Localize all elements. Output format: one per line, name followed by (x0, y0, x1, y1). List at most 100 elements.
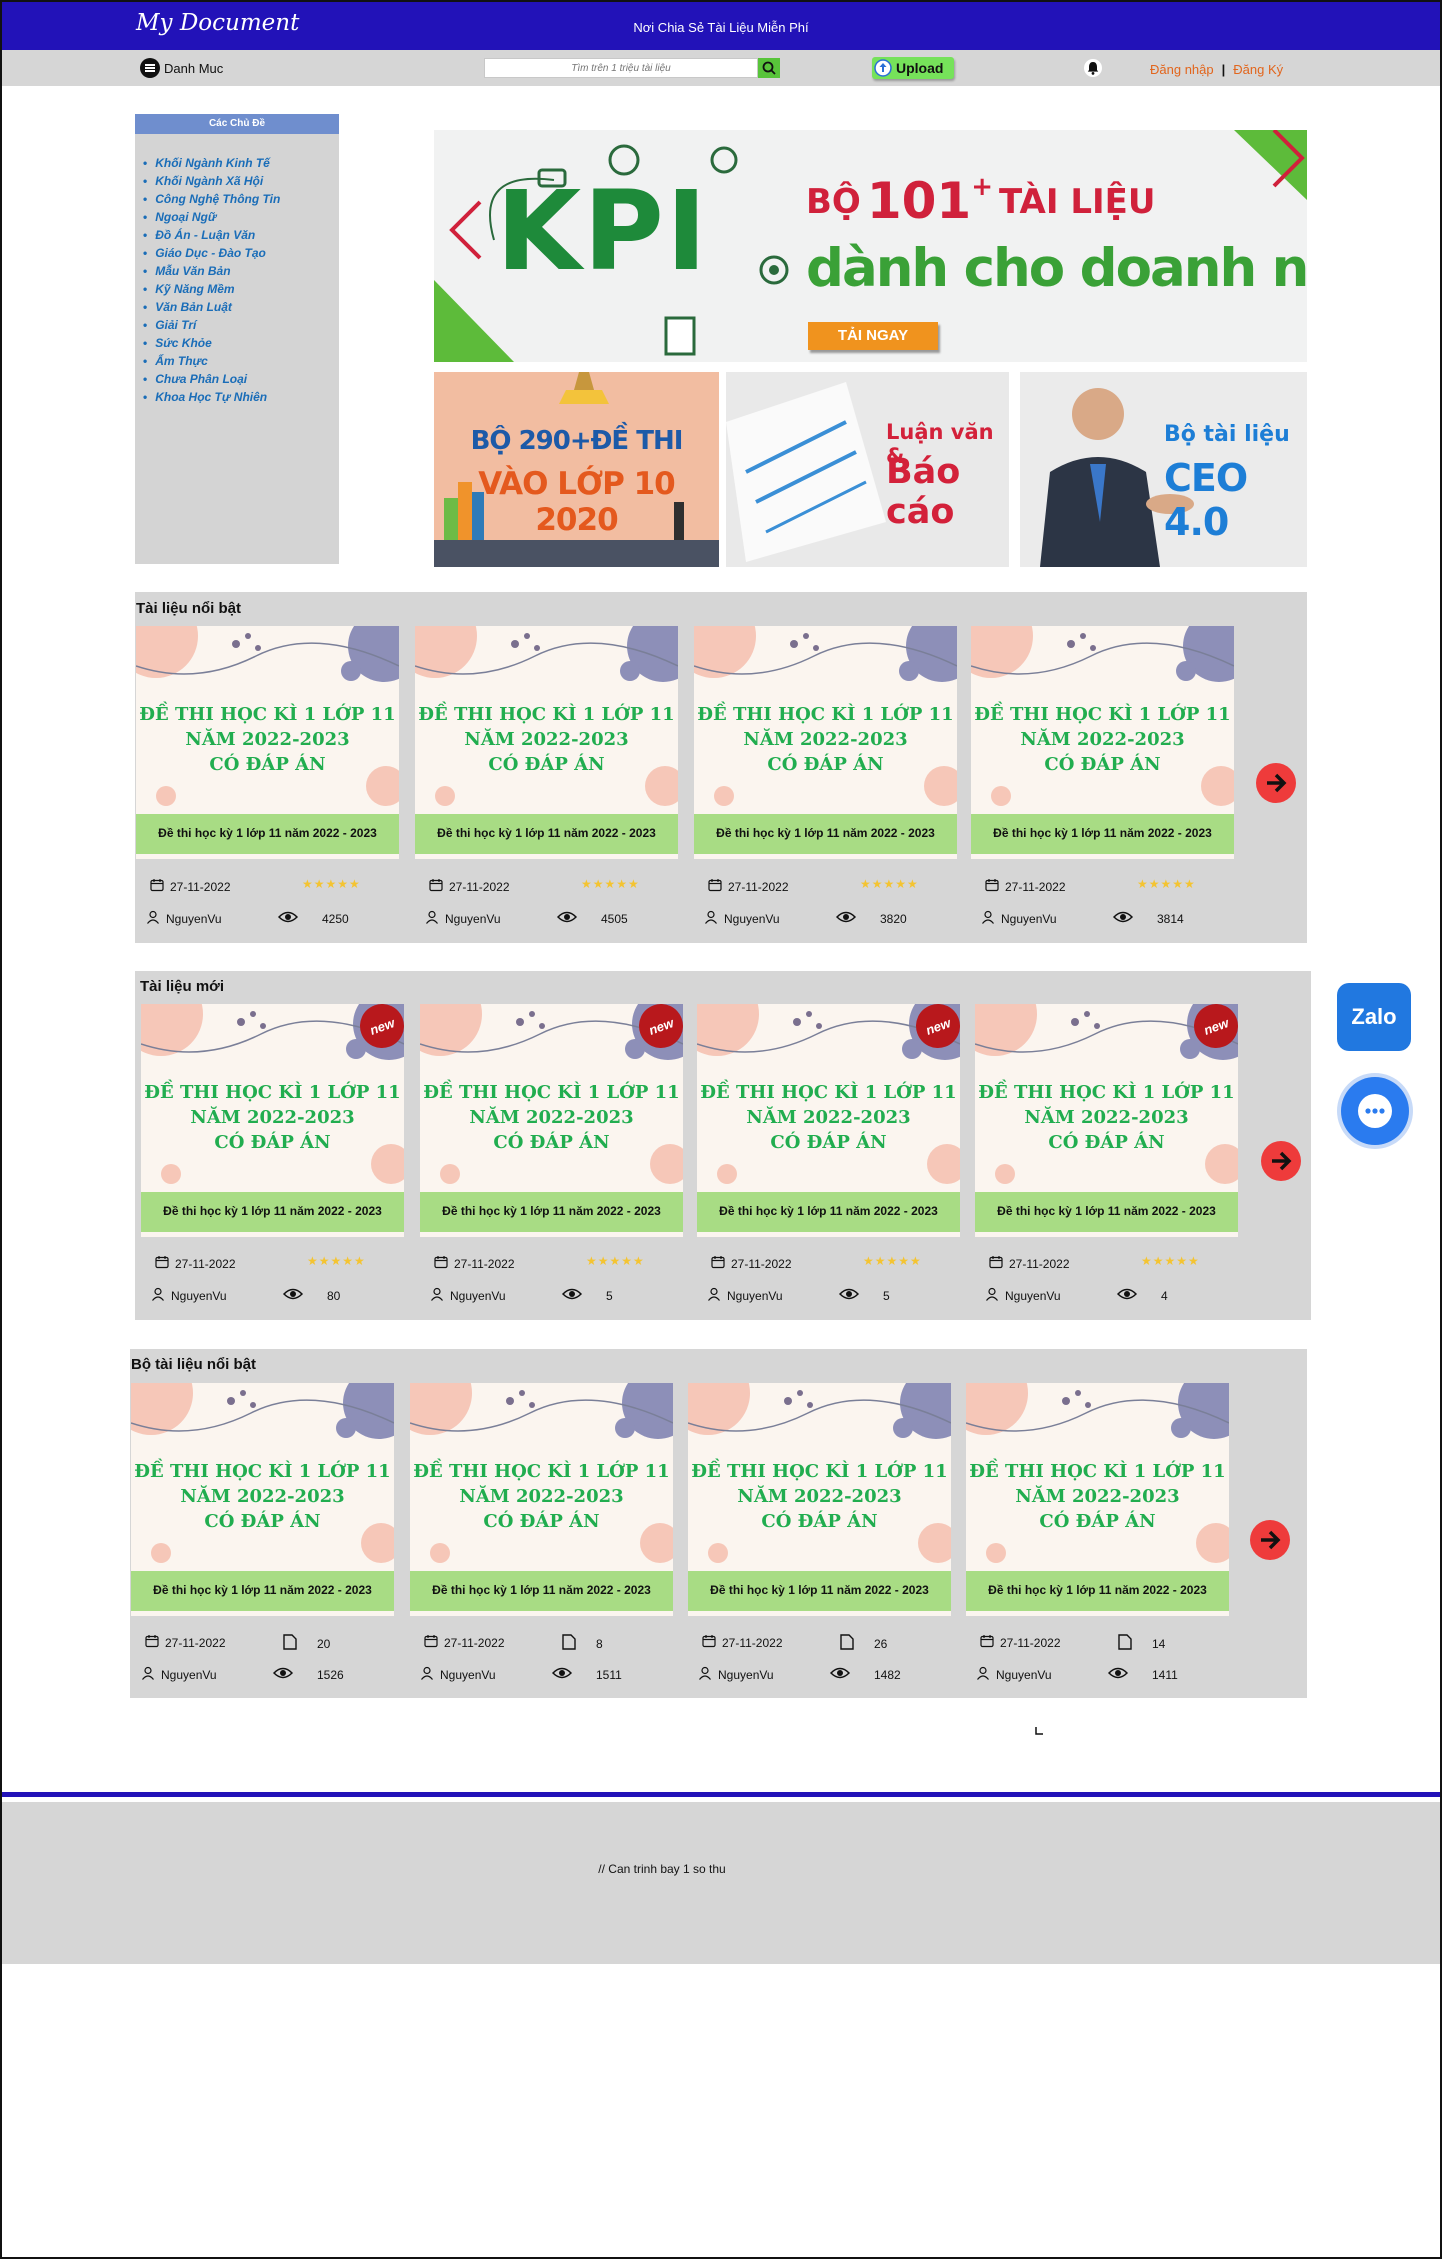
author-meta[interactable]: NguyenVu (425, 910, 501, 927)
category-item[interactable]: Kỹ Năng Mềm (143, 280, 339, 298)
thumbnail-title-line: NĂM 2022-2023 (1024, 1107, 1189, 1128)
user-icon (985, 1287, 999, 1304)
thumbnail-title-line: NĂM 2022-2023 (469, 1107, 634, 1128)
collections-card[interactable]: ĐỀ THI HỌC KÌ 1 LỚP 11 NĂM 2022-2023 CÓ ĐÁ… (131, 1383, 394, 1616)
document-thumbnail[interactable]: ĐỀ THI HỌC KÌ 1 LỚP 11 NĂM 2022-2023 CÓ ĐÁ… (966, 1383, 1229, 1616)
banner-entrance-exam-line1: BỘ 290+ĐỀ THI (470, 426, 684, 456)
category-item[interactable]: Khối Ngành Xã Hội (143, 172, 339, 190)
category-item[interactable]: Giáo Dục - Đào Tạo (143, 244, 339, 262)
user-icon (146, 910, 160, 927)
category-item[interactable]: Sức Khỏe (143, 334, 339, 352)
category-item[interactable]: Văn Bản Luật (143, 298, 339, 316)
arrow-right-icon (1272, 1151, 1292, 1171)
author-meta[interactable]: NguyenVu (976, 1666, 1052, 1683)
author-name: NguyenVu (445, 911, 501, 926)
document-thumbnail[interactable]: ĐỀ THI HỌC KÌ 1 LỚP 11 NĂM 2022-2023 CÓ ĐÁ… (136, 626, 399, 859)
user-icon (707, 1287, 721, 1304)
calendar-icon (711, 1255, 725, 1272)
document-thumbnail[interactable]: ĐỀ THI HỌC KÌ 1 LỚP 11 NĂM 2022-2023 CÓ ĐÁ… (410, 1383, 673, 1616)
author-meta[interactable]: NguyenVu (430, 1287, 506, 1304)
newest-card[interactable]: ĐỀ THI HỌC KÌ 1 LỚP 11 NĂM 2022-2023 CÓ ĐÁ… (141, 1004, 404, 1237)
category-item[interactable]: Khối Ngành Kinh Tế (143, 154, 339, 172)
thumbnail-title: ĐỀ THI HỌC KÌ 1 LỚP 11 NĂM 2022-2023 CÓ ĐÁ… (420, 1080, 683, 1155)
document-icon (283, 1634, 297, 1653)
featured-card[interactable]: ĐỀ THI HỌC KÌ 1 LỚP 11 NĂM 2022-2023 CÓ ĐÁ… (136, 626, 399, 859)
featured-next-button[interactable] (1256, 763, 1296, 803)
thumbnail-title: ĐỀ THI HỌC KÌ 1 LỚP 11 NĂM 2022-2023 CÓ ĐÁ… (410, 1459, 673, 1534)
upload-icon (874, 59, 892, 77)
featured-card[interactable]: ĐỀ THI HỌC KÌ 1 LỚP 11 NĂM 2022-2023 CÓ ĐÁ… (971, 626, 1234, 859)
collections-card[interactable]: ĐỀ THI HỌC KÌ 1 LỚP 11 NĂM 2022-2023 CÓ ĐÁ… (410, 1383, 673, 1616)
calendar-icon (980, 1634, 994, 1651)
collections-card[interactable]: ĐỀ THI HỌC KÌ 1 LỚP 11 NĂM 2022-2023 CÓ ĐÁ… (966, 1383, 1229, 1616)
eye-icon (838, 1287, 860, 1304)
thumbnail-caption: Đề thi học kỳ 1 lớp 11 năm 2022 - 2023 (716, 826, 935, 840)
newest-card[interactable]: ĐỀ THI HỌC KÌ 1 LỚP 11 NĂM 2022-2023 CÓ ĐÁ… (975, 1004, 1238, 1237)
document-thumbnail[interactable]: ĐỀ THI HỌC KÌ 1 LỚP 11 NĂM 2022-2023 CÓ ĐÁ… (141, 1004, 404, 1237)
cursor-mark (1035, 1727, 1043, 1735)
login-link[interactable]: Đăng nhập (1150, 62, 1214, 77)
user-icon (425, 910, 439, 927)
category-item[interactable]: Ẩm Thực (143, 352, 339, 370)
newest-card[interactable]: ĐỀ THI HỌC KÌ 1 LỚP 11 NĂM 2022-2023 CÓ ĐÁ… (697, 1004, 960, 1237)
document-thumbnail[interactable]: ĐỀ THI HỌC KÌ 1 LỚP 11 NĂM 2022-2023 CÓ ĐÁ… (415, 626, 678, 859)
banner-ceo[interactable]: Bộ tài liệu CEO 4.0 (1020, 372, 1307, 567)
document-thumbnail[interactable]: ĐỀ THI HỌC KÌ 1 LỚP 11 NĂM 2022-2023 CÓ ĐÁ… (420, 1004, 683, 1237)
eye-icon (556, 910, 578, 927)
register-link[interactable]: Đăng Ký (1233, 62, 1283, 77)
thumbnail-title-line: CÓ ĐÁP ÁN (1044, 754, 1161, 775)
newest-next-button[interactable] (1261, 1141, 1301, 1181)
banner-thesis-reports[interactable]: Luận văn & Báo cáo (726, 372, 1009, 567)
author-meta[interactable]: NguyenVu (704, 910, 780, 927)
document-thumbnail[interactable]: ĐỀ THI HỌC KÌ 1 LỚP 11 NĂM 2022-2023 CÓ ĐÁ… (131, 1383, 394, 1616)
author-meta[interactable]: NguyenVu (985, 1287, 1061, 1304)
banner-ceo-line1: Bộ tài liệu (1164, 422, 1290, 447)
collections-next-button[interactable] (1250, 1520, 1290, 1560)
document-thumbnail[interactable]: ĐỀ THI HỌC KÌ 1 LỚP 11 NĂM 2022-2023 CÓ ĐÁ… (688, 1383, 951, 1616)
banner-ceo-line2: CEO 4.0 (1164, 456, 1248, 544)
author-meta[interactable]: NguyenVu (151, 1287, 227, 1304)
search-input[interactable] (484, 58, 758, 78)
upload-button[interactable]: Upload (872, 57, 954, 79)
date-meta: 27-11-2022 (708, 878, 789, 895)
collections-card[interactable]: ĐỀ THI HỌC KÌ 1 LỚP 11 NĂM 2022-2023 CÓ ĐÁ… (688, 1383, 951, 1616)
document-count: 8 (596, 1636, 603, 1651)
newest-card[interactable]: ĐỀ THI HỌC KÌ 1 LỚP 11 NĂM 2022-2023 CÓ ĐÁ… (420, 1004, 683, 1237)
search-button[interactable] (758, 58, 780, 78)
thumbnail-title: ĐỀ THI HỌC KÌ 1 LỚP 11 NĂM 2022-2023 CÓ ĐÁ… (136, 702, 399, 777)
category-item[interactable]: Mẫu Văn Bản (143, 262, 339, 280)
document-thumbnail[interactable]: ĐỀ THI HỌC KÌ 1 LỚP 11 NĂM 2022-2023 CÓ ĐÁ… (971, 626, 1234, 859)
calendar-icon (424, 1634, 438, 1651)
author-meta[interactable]: NguyenVu (146, 910, 222, 927)
author-meta[interactable]: NguyenVu (981, 910, 1057, 927)
category-item[interactable]: Đồ Án - Luận Văn (143, 226, 339, 244)
view-count: 1511 (596, 1667, 622, 1682)
thumbnail-title-line: NĂM 2022-2023 (190, 1107, 355, 1128)
main-banner[interactable]: KPI BỘ 101 + TÀI LIỆU dành cho doanh ngh… (434, 130, 1307, 362)
auth-links: Đăng nhập | Đăng Ký (1150, 62, 1283, 77)
category-menu-button[interactable]: Danh Muc (140, 58, 223, 78)
view-count: 3820 (880, 911, 907, 926)
bell-icon[interactable] (1084, 59, 1102, 77)
document-thumbnail[interactable]: ĐỀ THI HỌC KÌ 1 LỚP 11 NĂM 2022-2023 CÓ ĐÁ… (694, 626, 957, 859)
category-item[interactable]: Khoa Học Tự Nhiên (143, 388, 339, 406)
views-meta: 1482 (829, 1666, 901, 1683)
featured-card[interactable]: ĐỀ THI HỌC KÌ 1 LỚP 11 NĂM 2022-2023 CÓ ĐÁ… (694, 626, 957, 859)
category-item[interactable]: Công Nghệ Thông Tin (143, 190, 339, 208)
document-thumbnail[interactable]: ĐỀ THI HỌC KÌ 1 LỚP 11 NĂM 2022-2023 CÓ ĐÁ… (697, 1004, 960, 1237)
document-thumbnail[interactable]: ĐỀ THI HỌC KÌ 1 LỚP 11 NĂM 2022-2023 CÓ ĐÁ… (975, 1004, 1238, 1237)
author-meta[interactable]: NguyenVu (141, 1666, 217, 1683)
author-meta[interactable]: NguyenVu (707, 1287, 783, 1304)
banner-entrance-exam[interactable]: BỘ 290+ĐỀ THI VÀO LỚP 10 2020 (434, 372, 719, 567)
author-meta[interactable]: NguyenVu (698, 1666, 774, 1683)
thumbnail-title-line: CÓ ĐÁP ÁN (204, 1511, 321, 1532)
zalo-button[interactable]: Zalo (1337, 983, 1411, 1051)
category-item[interactable]: Chưa Phân Loại (143, 370, 339, 388)
featured-card[interactable]: ĐỀ THI HỌC KÌ 1 LỚP 11 NĂM 2022-2023 CÓ ĐÁ… (415, 626, 678, 859)
category-item[interactable]: Ngoại Ngữ (143, 208, 339, 226)
banner-download-button[interactable]: TẢI NGAY (808, 322, 938, 350)
footer: // Can trinh bay 1 so thu (2, 1802, 1440, 1964)
author-meta[interactable]: NguyenVu (420, 1666, 496, 1683)
category-item[interactable]: Giải Trí (143, 316, 339, 334)
chat-button[interactable] (1341, 1077, 1409, 1145)
